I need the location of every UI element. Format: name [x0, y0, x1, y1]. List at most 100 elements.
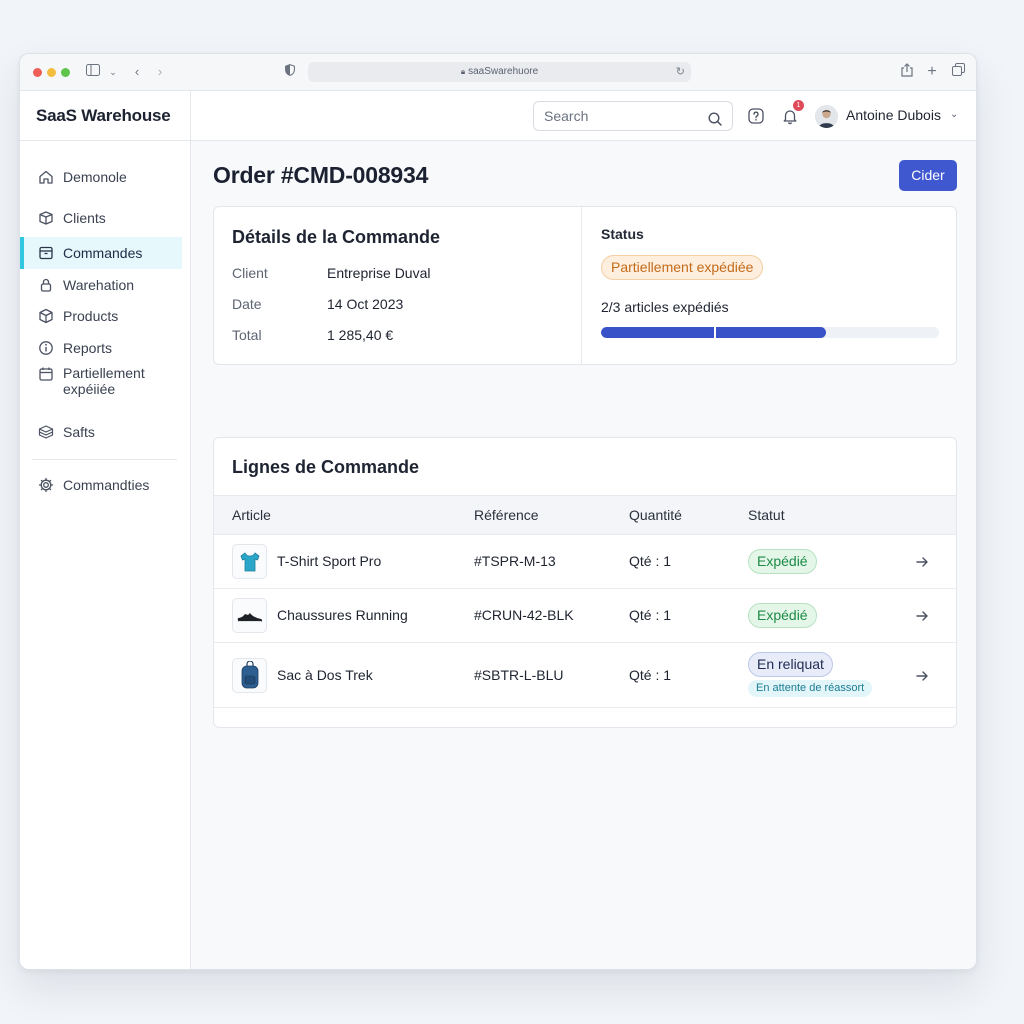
- lock-icon: [37, 276, 55, 294]
- search-input[interactable]: Search: [533, 101, 733, 131]
- new-tab-icon[interactable]: +: [923, 63, 941, 81]
- table-row[interactable]: Sac à Dos Trek #SBTR-L-BLU Qté : 1 En re…: [214, 643, 956, 708]
- tshirt-icon: [232, 544, 267, 579]
- sidebar-item-warehation[interactable]: Warehation: [20, 269, 182, 301]
- gear-icon: [37, 476, 55, 494]
- main-content: Order #CMD-008934 Cider Détails de la Co…: [191, 141, 976, 969]
- date-value: 14 Oct 2023: [327, 296, 404, 312]
- table-row[interactable]: Chaussures Running #CRUN-42-BLK Qté : 1 …: [214, 589, 956, 643]
- progress-segment-divider: [713, 327, 716, 338]
- chevron-down-icon[interactable]: ⌄: [104, 63, 122, 81]
- back-icon[interactable]: ‹: [128, 63, 146, 81]
- reload-icon[interactable]: ↻: [676, 62, 685, 82]
- search-placeholder: Search: [544, 108, 589, 124]
- status-badge: Expédié: [748, 549, 817, 574]
- info-icon: [37, 339, 55, 357]
- arrow-right-icon[interactable]: [914, 608, 930, 624]
- sidebar-item-clients[interactable]: Clients: [20, 202, 182, 234]
- sidebar-item-safts[interactable]: Safts: [20, 416, 182, 448]
- order-details-card: Détails de la Commande Client Entreprise…: [213, 206, 957, 365]
- page-title: Order #CMD-008934: [213, 162, 429, 188]
- divider: [32, 459, 177, 460]
- table-row[interactable]: T-Shirt Sport Pro #TSPR-M-13 Qté : 1 Exp…: [214, 535, 956, 589]
- sidebar-item-label: Commandties: [63, 477, 150, 493]
- brand-logo[interactable]: SaaS Warehouse: [36, 106, 171, 126]
- home-icon: [37, 168, 55, 186]
- shipping-progress-bar: [601, 327, 939, 338]
- sidebar-toggle-icon[interactable]: [84, 63, 102, 81]
- article-name: T-Shirt Sport Pro: [277, 553, 382, 569]
- column-header-reference[interactable]: Référence: [474, 507, 539, 523]
- backpack-icon: [232, 658, 267, 693]
- sidebar-item-label: Partiellement expéiiée: [63, 365, 145, 397]
- client-label: Client: [232, 265, 268, 281]
- order-details-section: Détails de la Commande Client Entreprise…: [214, 207, 582, 364]
- primary-action-button[interactable]: Cider: [899, 160, 957, 191]
- shipped-count: 2/3 articles expédiés: [601, 299, 729, 315]
- arrow-right-icon[interactable]: [914, 554, 930, 570]
- date-label: Date: [232, 296, 262, 312]
- minimize-window-dot[interactable]: [47, 68, 56, 77]
- sidebar-item-label: Demonole: [63, 169, 127, 185]
- article-quantity: Qté : 1: [629, 607, 672, 623]
- section-title: Lignes de Commande: [232, 457, 420, 477]
- status-heading: Status: [601, 226, 644, 242]
- tabs-overview-icon[interactable]: [949, 63, 967, 81]
- column-header-article[interactable]: Article: [232, 507, 271, 523]
- article-name: Chaussures Running: [277, 607, 408, 623]
- sidebar-item-label: Safts: [63, 424, 95, 440]
- sidebar-item-label: Commandes: [63, 245, 143, 261]
- sidebar-item-label: Warehation: [63, 277, 135, 293]
- share-icon[interactable]: [898, 63, 916, 81]
- column-header-status[interactable]: Statut: [748, 507, 785, 523]
- article-name: Sac à Dos Trek: [277, 667, 373, 683]
- divider: [20, 140, 191, 141]
- sidebar-item-reports[interactable]: Reports: [20, 332, 182, 364]
- sidebar-item-label: Reports: [63, 340, 113, 356]
- sidebar-item-products[interactable]: Products: [20, 300, 182, 332]
- article-reference: #SBTR-L-BLU: [474, 667, 564, 683]
- lock-icon: 🔒︎: [460, 67, 466, 76]
- article-quantity: Qté : 1: [629, 667, 672, 683]
- forward-icon[interactable]: ›: [151, 63, 169, 81]
- shoe-icon: [232, 598, 267, 633]
- sidebar-item-commandes[interactable]: Commandes: [20, 237, 182, 269]
- column-header-quantity[interactable]: Quantité: [629, 507, 682, 523]
- sidebar-item-commandties[interactable]: Commandties: [20, 469, 182, 501]
- arrow-right-icon[interactable]: [914, 668, 930, 684]
- boxes-icon: [37, 423, 55, 441]
- article-reference: #CRUN-42-BLK: [474, 607, 574, 623]
- chevron-down-icon[interactable]: ⌄: [950, 109, 958, 120]
- archive-icon: [37, 244, 55, 262]
- status-badge: Partiellement expédiée: [601, 255, 764, 280]
- sidebar: SaaS Warehouse Demonole Clients Commande…: [20, 91, 191, 969]
- sidebar-item-label: Products: [63, 308, 119, 324]
- browser-window: ⌄ ‹ › 🔒︎ saaSwarehuore ↻ + SaaS Warehouse…: [19, 53, 977, 970]
- avatar[interactable]: [815, 105, 838, 128]
- url-text: saaSwarehuore: [468, 66, 539, 77]
- user-name[interactable]: Antoine Dubois: [846, 107, 941, 123]
- total-label: Total: [232, 327, 262, 343]
- close-window-dot[interactable]: [33, 68, 42, 77]
- browser-toolbar: ⌄ ‹ › 🔒︎ saaSwarehuore ↻ +: [20, 54, 976, 91]
- address-bar[interactable]: 🔒︎ saaSwarehuore ↻: [308, 62, 691, 82]
- box-icon: [37, 209, 55, 227]
- client-value: Entreprise Duval: [327, 265, 431, 281]
- maximize-window-dot[interactable]: [61, 68, 70, 77]
- cube-icon: [37, 307, 55, 325]
- table-header: Article Référence Quantité Statut: [214, 495, 956, 535]
- order-lines-card: Lignes de Commande Article Référence Qua…: [213, 437, 957, 728]
- article-quantity: Qté : 1: [629, 553, 672, 569]
- sidebar-item-demonole[interactable]: Demonole: [20, 161, 182, 193]
- section-title: Détails de la Commande: [232, 227, 441, 247]
- shield-icon[interactable]: [281, 63, 299, 81]
- calendar-icon: [37, 365, 55, 383]
- search-icon[interactable]: [707, 108, 723, 126]
- app-header: Search 1 Antoine Dubois ⌄: [191, 91, 976, 141]
- status-badge: Expédié: [748, 603, 817, 628]
- total-value: 1 285,40 €: [327, 327, 394, 343]
- status-badge: En reliquat: [748, 652, 833, 677]
- sidebar-item-label: Clients: [63, 210, 106, 226]
- sidebar-item-partiellement-expediee[interactable]: Partiellement expéiiée: [20, 365, 182, 401]
- help-icon[interactable]: [747, 107, 765, 125]
